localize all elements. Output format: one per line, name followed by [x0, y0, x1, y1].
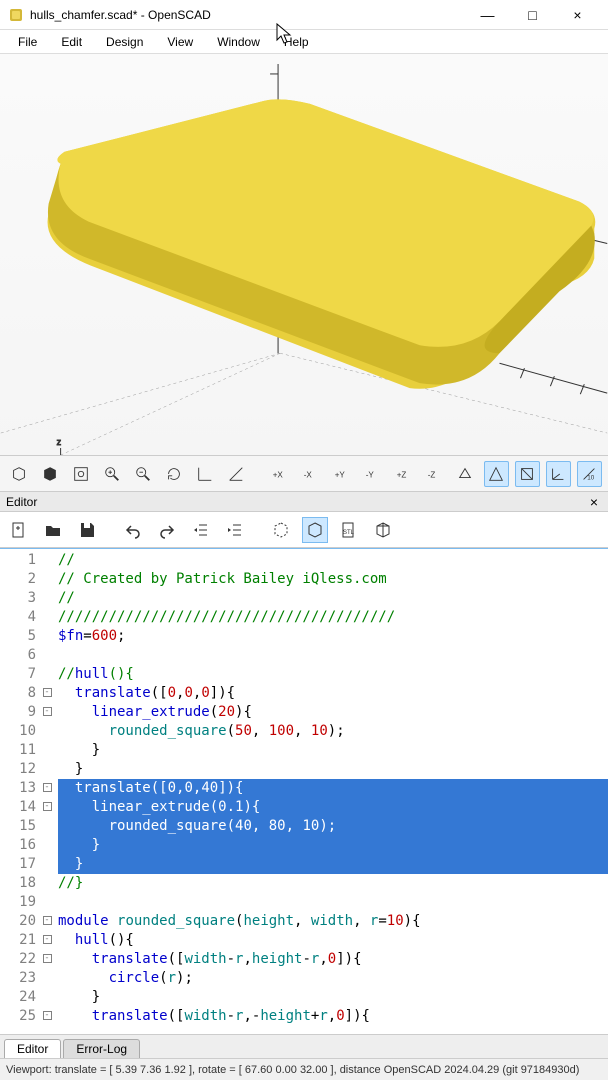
- view-bottom-icon[interactable]: -Z: [422, 461, 447, 487]
- fold-icon[interactable]: -: [43, 783, 52, 792]
- indent-icon[interactable]: [222, 517, 248, 543]
- export-stl-icon[interactable]: STL: [336, 517, 362, 543]
- axes-xz-icon[interactable]: [223, 461, 248, 487]
- editor-toolbar: STL: [0, 512, 608, 548]
- code-content[interactable]: //// Created by Patrick Bailey iQless.co…: [54, 549, 608, 1034]
- tab-editor[interactable]: Editor: [4, 1039, 61, 1058]
- app-icon: [8, 7, 24, 23]
- close-button[interactable]: ×: [555, 1, 600, 29]
- view-toolbar: +X -X +Y -Y +Z -Z 10: [0, 456, 608, 492]
- orthogonal-icon[interactable]: [515, 461, 540, 487]
- preview-icon[interactable]: [6, 461, 31, 487]
- zoom-out-icon[interactable]: [130, 461, 155, 487]
- titlebar: hulls_chamfer.scad* - OpenSCAD — □ ×: [0, 0, 608, 30]
- tab-error-log[interactable]: Error-Log: [63, 1039, 140, 1058]
- render-icon[interactable]: [37, 461, 62, 487]
- minimize-button[interactable]: —: [465, 1, 510, 29]
- axes-yz-icon[interactable]: [192, 461, 217, 487]
- perspective-icon[interactable]: [484, 461, 509, 487]
- svg-text:-Y: -Y: [366, 470, 375, 479]
- fold-icon[interactable]: -: [43, 688, 52, 697]
- editor-render-icon[interactable]: [302, 517, 328, 543]
- view-back-icon[interactable]: -Y: [359, 461, 384, 487]
- svg-text:STL: STL: [343, 530, 355, 536]
- view-top-icon[interactable]: +Z: [391, 461, 416, 487]
- menu-help[interactable]: Help: [274, 33, 319, 51]
- editor-preview-icon[interactable]: [268, 517, 294, 543]
- editor-close-icon[interactable]: ×: [586, 494, 602, 510]
- svg-text:+Z: +Z: [397, 470, 407, 479]
- fold-icon[interactable]: -: [43, 707, 52, 716]
- svg-text:z: z: [57, 437, 62, 447]
- bottom-tabs: Editor Error-Log: [0, 1034, 608, 1058]
- save-file-icon[interactable]: [74, 517, 100, 543]
- unindent-icon[interactable]: [188, 517, 214, 543]
- statusbar: Viewport: translate = [ 5.39 7.36 1.92 ]…: [0, 1058, 608, 1080]
- new-file-icon[interactable]: [6, 517, 32, 543]
- viewport-3d[interactable]: z x y: [0, 54, 608, 456]
- show-scale-icon[interactable]: 10: [577, 461, 602, 487]
- show-axes-icon[interactable]: [546, 461, 571, 487]
- editor-panel-header: Editor ×: [0, 492, 608, 512]
- zoom-in-icon[interactable]: [99, 461, 124, 487]
- fold-icon[interactable]: -: [43, 916, 52, 925]
- menubar: File Edit Design View Window Help: [0, 30, 608, 54]
- line-number-gutter: 1234567891011121314151617181920212223242…: [0, 549, 40, 1034]
- window-title: hulls_chamfer.scad* - OpenSCAD: [30, 8, 465, 22]
- status-text: Viewport: translate = [ 5.39 7.36 1.92 ]…: [6, 1064, 579, 1076]
- svg-text:+Y: +Y: [335, 470, 346, 479]
- reset-view-icon[interactable]: [161, 461, 186, 487]
- redo-icon[interactable]: [154, 517, 180, 543]
- menu-file[interactable]: File: [8, 33, 47, 51]
- undo-icon[interactable]: [120, 517, 146, 543]
- open-file-icon[interactable]: [40, 517, 66, 543]
- view-right-icon[interactable]: +X: [266, 461, 291, 487]
- editor-header-label: Editor: [6, 495, 37, 509]
- export-3d-icon[interactable]: [370, 517, 396, 543]
- menu-design[interactable]: Design: [96, 33, 153, 51]
- fold-icon[interactable]: -: [43, 1011, 52, 1020]
- menu-view[interactable]: View: [157, 33, 203, 51]
- svg-text:-X: -X: [304, 470, 313, 479]
- code-editor[interactable]: 1234567891011121314151617181920212223242…: [0, 548, 608, 1034]
- view-all-icon[interactable]: [68, 461, 93, 487]
- svg-text:-Z: -Z: [428, 470, 436, 479]
- menu-edit[interactable]: Edit: [51, 33, 92, 51]
- view-diagonal-icon[interactable]: [453, 461, 478, 487]
- fold-icon[interactable]: -: [43, 802, 52, 811]
- fold-gutter: - - - - - - - -: [40, 549, 54, 1034]
- menu-window[interactable]: Window: [207, 33, 270, 51]
- view-front-icon[interactable]: +Y: [328, 461, 353, 487]
- fold-icon[interactable]: -: [43, 935, 52, 944]
- fold-icon[interactable]: -: [43, 954, 52, 963]
- svg-text:10: 10: [588, 474, 596, 481]
- svg-text:+X: +X: [272, 470, 283, 479]
- maximize-button[interactable]: □: [510, 1, 555, 29]
- view-left-icon[interactable]: -X: [297, 461, 322, 487]
